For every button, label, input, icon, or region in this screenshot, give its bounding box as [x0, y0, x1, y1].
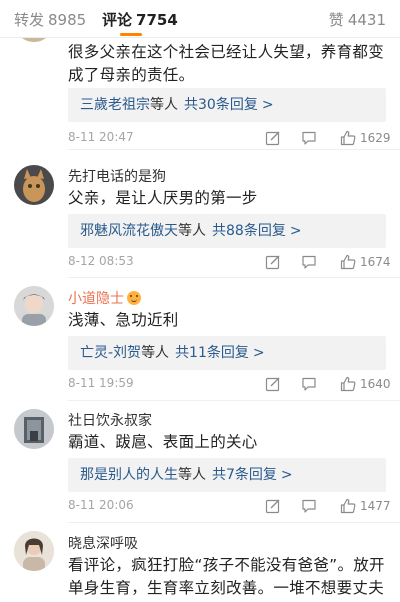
- chevron-right-icon: >: [252, 345, 265, 361]
- reply-summary[interactable]: 邪魅风流花傲天等人 共88条回复 >: [68, 214, 386, 248]
- comment-item: 先打电话的是狗 父亲，是让人厌男的第一步 邪魅风流花傲天等人 共88条回复 > 8-…: [0, 150, 400, 278]
- tab-forward-label: 转发: [14, 11, 45, 29]
- username[interactable]: 小道隐士: [68, 288, 141, 308]
- like-count: 1477: [360, 499, 391, 513]
- chevron-right-icon: >: [261, 97, 274, 113]
- reply-summary[interactable]: 三歲老祖宗等人 共30条回复 >: [68, 88, 386, 122]
- tab-like-label: 赞: [328, 11, 344, 29]
- smile-emoji-icon: [127, 291, 141, 305]
- reply-count[interactable]: 共7条回复: [212, 467, 277, 483]
- active-tab-indicator: [120, 33, 142, 36]
- comment-icon[interactable]: [301, 376, 317, 392]
- tab-forward-count: 8985: [48, 11, 87, 29]
- comment-time: 8-12 08:53: [68, 254, 134, 268]
- comment-meta: 8-12 08:53 1674: [68, 254, 391, 272]
- chevron-right-icon: >: [280, 467, 293, 483]
- reply-suffix: 等人: [178, 223, 206, 239]
- comment-time: 8-11 20:06: [68, 498, 134, 512]
- chevron-right-icon: >: [289, 223, 302, 239]
- tab-comment-count: 7754: [136, 11, 178, 29]
- edit-icon[interactable]: [265, 376, 281, 392]
- reply-suffix: 等人: [141, 345, 170, 361]
- comment-item: 小道隐士 浅薄、急功近利 亡灵-刘贺等人 共11条回复 > 8-11 19:59 1…: [0, 278, 400, 401]
- thumbs-up-icon[interactable]: [340, 376, 356, 392]
- like-count: 1674: [360, 255, 391, 269]
- tab-bar: 转发 8985 评论 7754 赞 4431: [0, 0, 400, 38]
- comment-list: 很多父亲在这个社会已经让人失望，养育都变成了母亲的责任。 三歲老祖宗等人 共30条…: [0, 0, 400, 602]
- comment-text: 霸道、跋扈、表面上的关心: [68, 433, 258, 451]
- like-count: 1629: [360, 131, 391, 145]
- reply-count[interactable]: 共88条回复: [212, 223, 286, 239]
- comment-text: 父亲，是让人厌男的第一步: [68, 189, 258, 207]
- username[interactable]: 社日饮永叔家: [68, 410, 152, 430]
- reply-names[interactable]: 邪魅风流花傲天: [80, 223, 178, 239]
- thumbs-up-icon[interactable]: [340, 130, 356, 146]
- username[interactable]: 先打电话的是狗: [68, 166, 166, 186]
- comment-time: 8-11 19:59: [68, 376, 134, 390]
- comment-item: 晓息深呼吸 看评论，疯狂打脸“孩子不能没有爸爸”。放开单身生育，生育率立刻改善。…: [0, 523, 400, 602]
- tab-comment-label: 评论: [102, 11, 133, 29]
- username-text[interactable]: 小道隐士: [68, 291, 124, 307]
- comment-icon[interactable]: [301, 130, 317, 146]
- tab-forward[interactable]: 转发 8985: [14, 9, 86, 30]
- avatar[interactable]: [14, 286, 54, 326]
- avatar[interactable]: [14, 409, 54, 449]
- reply-summary[interactable]: 亡灵-刘贺等人 共11条回复 >: [68, 336, 386, 370]
- tab-like-count: 4431: [347, 11, 386, 29]
- reply-suffix: 等人: [150, 97, 178, 113]
- comment-text: 看评论，疯狂打脸“孩子不能没有爸爸”。放开单身生育，生育率立刻改善。一堆不想要丈…: [68, 556, 385, 597]
- comment-icon[interactable]: [301, 254, 317, 270]
- reply-names[interactable]: 那是别人的人生: [80, 467, 178, 483]
- like-count: 1640: [360, 377, 391, 391]
- thumbs-up-icon[interactable]: [340, 498, 356, 514]
- comment-meta: 8-11 20:06 1477: [68, 498, 391, 516]
- username[interactable]: 晓息深呼吸: [68, 533, 138, 553]
- avatar[interactable]: [14, 165, 54, 205]
- edit-icon[interactable]: [265, 498, 281, 514]
- edit-icon[interactable]: [265, 130, 281, 146]
- comment-meta: 8-11 19:59 1640: [68, 376, 391, 394]
- comment-icon[interactable]: [301, 498, 317, 514]
- avatar[interactable]: [14, 531, 54, 571]
- comment-text: 浅薄、急功近利: [68, 311, 179, 329]
- reply-count[interactable]: 共11条回复: [175, 345, 249, 361]
- reply-names[interactable]: 三歲老祖宗: [80, 97, 150, 113]
- edit-icon[interactable]: [265, 254, 281, 270]
- reply-summary[interactable]: 那是别人的人生等人 共7条回复 >: [68, 458, 386, 492]
- comment-item: 社日饮永叔家 霸道、跋扈、表面上的关心 那是别人的人生等人 共7条回复 > 8-11…: [0, 401, 400, 523]
- tab-comment[interactable]: 评论 7754: [102, 9, 178, 30]
- comment-meta: 8-11 20:47 1629: [68, 130, 391, 148]
- comment-time: 8-11 20:47: [68, 130, 134, 144]
- thumbs-up-icon[interactable]: [340, 254, 356, 270]
- reply-count[interactable]: 共30条回复: [184, 97, 258, 113]
- tab-like[interactable]: 赞 4431: [329, 9, 386, 30]
- reply-suffix: 等人: [178, 467, 206, 483]
- comment-text: 很多父亲在这个社会已经让人失望，养育都变成了母亲的责任。: [68, 43, 385, 84]
- reply-names[interactable]: 亡灵-刘贺: [80, 345, 141, 361]
